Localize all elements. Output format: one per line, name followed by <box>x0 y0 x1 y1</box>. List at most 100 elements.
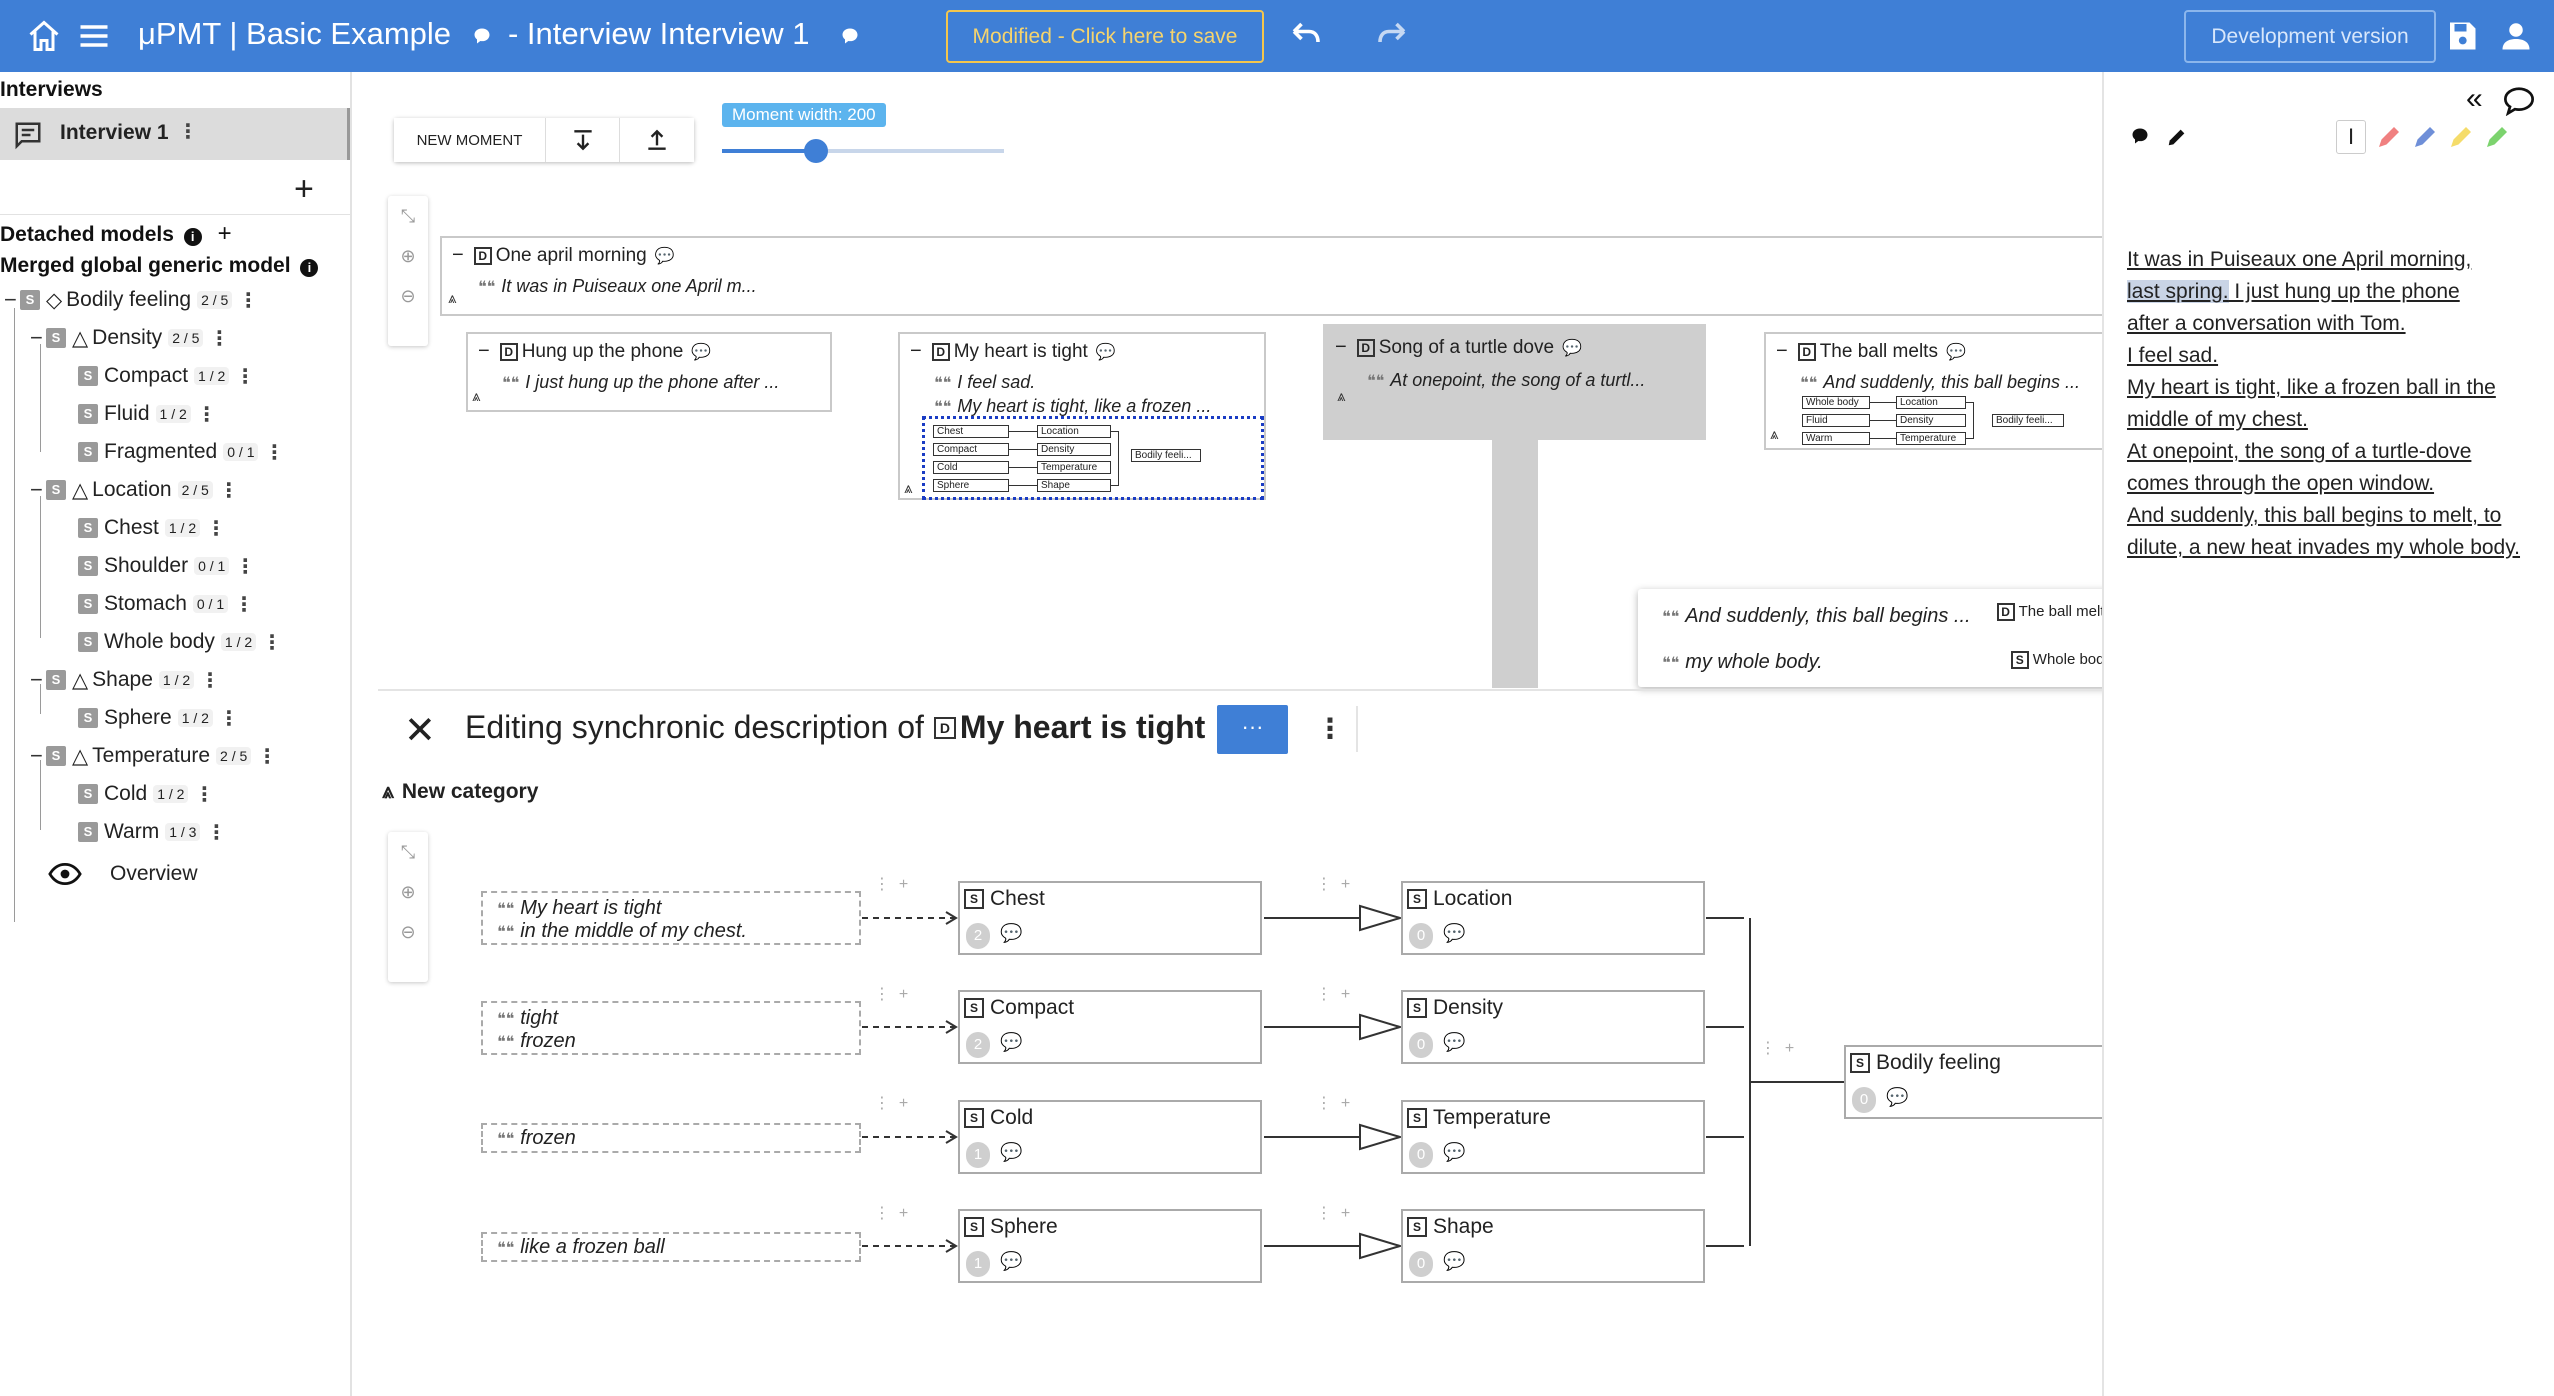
moment-song-of-a-turtle-dove[interactable]: − D Song of a turtle dove 💬 ❝❝ At onepoint, … <box>1323 324 1706 440</box>
close-editor-icon[interactable]: ✕ <box>404 708 436 753</box>
comment-outline-icon[interactable]: 💬 <box>655 246 675 266</box>
annotated-text[interactable]: I just hung up the phone <box>2229 280 2459 303</box>
comment-icon[interactable] <box>472 26 492 46</box>
zoom-out-icon[interactable]: ⊖ <box>388 912 428 952</box>
add-detached-model-button[interactable]: + <box>218 220 232 247</box>
comment-filled-icon[interactable]: 💬 <box>1096 342 1116 362</box>
comment-outline-icon[interactable] <box>2502 86 2536 116</box>
collapse-toggle[interactable]: − <box>452 244 464 267</box>
expand-all-button[interactable] <box>620 118 694 162</box>
category-compact[interactable]: S Compact 2 💬 <box>958 990 1262 1064</box>
fragment-box[interactable]: ❝❝ like a frozen ball <box>481 1232 861 1262</box>
save-icon[interactable] <box>2444 18 2480 54</box>
moment-my-heart-is-tight[interactable]: − D My heart is tight 💬 ❝❝ I feel sad. ❝❝ My … <box>898 332 1266 500</box>
comment-outline-icon[interactable]: 💬 <box>691 342 711 362</box>
undo-icon[interactable] <box>1288 18 1324 54</box>
category-location[interactable]: S Location 0 💬 <box>1401 881 1705 955</box>
fragment-box[interactable]: ❝❝ frozen <box>481 1123 861 1153</box>
annotated-text[interactable]: after a conversation with Tom. <box>2127 312 2406 335</box>
comment-outline-icon[interactable]: 💬 <box>1443 923 1465 944</box>
category-shape[interactable]: S Shape 0 💬 <box>1401 1209 1705 1283</box>
moment-the-ball-melts[interactable]: − D The ball melts 💬 ❝❝ And suddenly, this b… <box>1764 332 2102 450</box>
moment-hung-up-the-phone[interactable]: − D Hung up the phone 💬 ❝❝ I just hung up th… <box>466 332 832 412</box>
zoom-in-icon[interactable]: ⊕ <box>388 872 428 912</box>
redo-icon[interactable] <box>1374 18 1410 54</box>
tree-item-chest[interactable]: S Chest 1 / 2 ⋮ <box>78 511 226 545</box>
comment-outline-icon[interactable]: 💬 <box>1000 1032 1022 1053</box>
category-tree-icon[interactable]: ⩓ <box>472 388 480 405</box>
annotated-text[interactable]: I feel sad. <box>2127 344 2218 367</box>
comment-outline-icon[interactable]: 💬 <box>1000 1142 1022 1163</box>
tree-item-shape[interactable]: − S △ Shape 1 / 2 ⋮ <box>30 663 220 697</box>
add-link-icon[interactable]: ⋮ + <box>1316 1093 1350 1113</box>
tree-item-sphere[interactable]: S Sphere 1 / 2 ⋮ <box>78 701 239 735</box>
save-banner-button[interactable]: Modified - Click here to save <box>946 10 1264 63</box>
collapse-all-button[interactable] <box>546 118 620 162</box>
add-link-icon[interactable]: ⋮ + <box>874 1093 908 1113</box>
tree-item-whole-body[interactable]: S Whole body 1 / 2 ⋮ <box>78 625 282 659</box>
fit-icon[interactable]: ⤡ <box>388 196 428 236</box>
interview-transcript[interactable]: It was in Puiseaux one April morning, la… <box>2127 244 2531 564</box>
category-tree-icon[interactable]: ⩓ <box>1770 426 1778 443</box>
red-highlighter-icon[interactable] <box>2374 122 2404 152</box>
comment-mode-icon[interactable] <box>2130 126 2150 146</box>
comment-filled-icon[interactable]: 💬 <box>1562 338 1582 358</box>
zoom-out-icon[interactable]: ⊖ <box>388 276 428 316</box>
add-interview-button[interactable]: + <box>294 170 314 209</box>
comment-outline-icon[interactable]: 💬 <box>1443 1142 1465 1163</box>
category-temperature[interactable]: S Temperature 0 💬 <box>1401 1100 1705 1174</box>
comment-filled-icon[interactable]: 💬 <box>1000 1251 1022 1272</box>
editor-kebab-icon[interactable]: ⋮ <box>1316 712 1344 745</box>
tree-item-shoulder[interactable]: S Shoulder 0 / 1 ⋮ <box>78 549 255 583</box>
tree-item-compact[interactable]: S Compact 1 / 2 ⋮ <box>78 359 255 393</box>
sidebar-item-interview-1[interactable]: Interview 1 ⋮ <box>0 108 350 160</box>
green-highlighter-icon[interactable] <box>2482 122 2512 152</box>
synchronic-schema-preview[interactable]: Whole body Fluid Warm Location Density T… <box>1782 394 2100 450</box>
category-density[interactable]: S Density 0 💬 <box>1401 990 1705 1064</box>
collapse-toggle[interactable]: − <box>478 340 490 363</box>
category-tree-icon[interactable]: ⩓ <box>448 290 456 307</box>
comment-outline-icon[interactable]: 💬 <box>1000 923 1022 944</box>
menu-icon[interactable] <box>76 18 112 54</box>
category-tree-icon[interactable]: ⩓ <box>904 480 912 497</box>
tree-item-warm[interactable]: S Warm 1 / 3 ⋮ <box>78 815 226 849</box>
tree-item-fragmented[interactable]: S Fragmented 0 / 1 ⋮ <box>78 435 284 469</box>
collapse-toggle[interactable]: − <box>1776 340 1788 363</box>
annotated-text[interactable]: At onepoint, the song of a turtle-dove c… <box>2127 440 2471 495</box>
selected-text[interactable]: last spring. <box>2127 280 2229 303</box>
collapse-panel-icon[interactable]: « <box>2466 82 2483 116</box>
add-link-icon[interactable]: ⋮ + <box>1316 1203 1350 1223</box>
comment-icon[interactable] <box>840 26 860 46</box>
tree-item-cold[interactable]: S Cold 1 / 2 ⋮ <box>78 777 214 811</box>
annotated-text[interactable]: It was in Puiseaux one April morning, <box>2127 248 2471 271</box>
category-bodily-feeling[interactable]: S Bodily feeling 0 💬 <box>1844 1045 2102 1119</box>
comment-outline-icon[interactable]: 💬 <box>1886 1087 1908 1108</box>
info-icon[interactable]: i <box>183 228 202 246</box>
comment-outline-icon[interactable]: 💬 <box>1443 1032 1465 1053</box>
home-icon[interactable] <box>26 18 62 54</box>
tree-item-temperature[interactable]: − S △ Temperature 2 / 5 ⋮ <box>30 739 277 773</box>
fragment-box[interactable]: ❝❝ tight ❝❝ frozen <box>481 1001 861 1055</box>
new-category-button[interactable]: ⩓ New category <box>382 780 538 804</box>
tree-item-bodily-feeling[interactable]: − S ◇ Bodily feeling 2 / 5 ⋮ <box>4 283 258 317</box>
add-link-icon[interactable]: ⋮ + <box>1316 874 1350 894</box>
tree-item-stomach[interactable]: S Stomach 0 / 1 ⋮ <box>78 587 254 621</box>
add-link-icon[interactable]: ⋮ + <box>874 984 908 1004</box>
comment-filled-icon[interactable]: 💬 <box>1946 342 1966 362</box>
tree-item-location[interactable]: − S △ Location 2 / 5 ⋮ <box>30 473 239 507</box>
add-link-icon[interactable]: ⋮ + <box>1316 984 1350 1004</box>
editor-more-button[interactable]: ··· <box>1217 705 1288 754</box>
overview-item[interactable]: Overview <box>48 857 198 891</box>
collapse-toggle[interactable]: − <box>1335 336 1347 359</box>
blue-highlighter-icon[interactable] <box>2410 122 2440 152</box>
category-chest[interactable]: S Chest 2 💬 <box>958 881 1262 955</box>
category-tree-icon[interactable]: ⩓ <box>1337 388 1345 405</box>
info-icon[interactable]: i <box>300 259 319 277</box>
annotated-text[interactable]: My heart is tight, like a frozen ball in… <box>2127 376 2496 431</box>
new-moment-button[interactable]: NEW MOMENT <box>394 118 546 162</box>
collapse-toggle[interactable]: − <box>910 340 922 363</box>
annotated-text[interactable]: And suddenly, this ball begins to melt, … <box>2127 504 2520 559</box>
yellow-highlighter-icon[interactable] <box>2446 122 2476 152</box>
category-sphere[interactable]: S Sphere 1 💬 <box>958 1209 1262 1283</box>
add-link-icon[interactable]: ⋮ + <box>874 874 908 894</box>
